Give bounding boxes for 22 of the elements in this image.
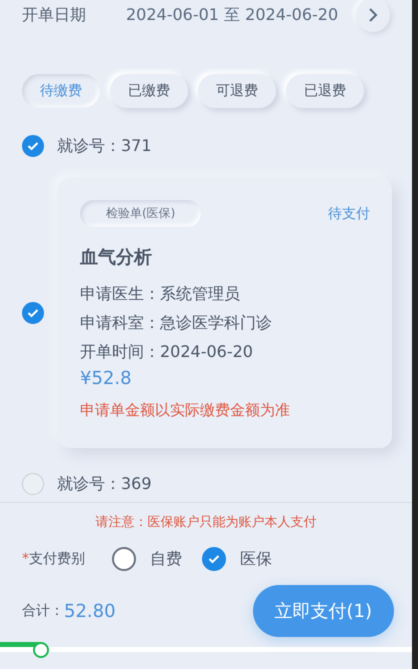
order-detail: 开单时间：2024-06-20 [80, 341, 254, 363]
filter-tab[interactable]: 已缴费 [110, 74, 188, 108]
order-type-tag: 检验单(医保) [80, 200, 202, 227]
date-range[interactable]: 2024-06-01 至 2024-06-20 [126, 4, 356, 26]
visit-number: 就诊号：369 [57, 474, 152, 494]
notice-text: 请注意：医保账户只能为账户本人支付 [94, 514, 318, 531]
order-amount: ¥52.8 [80, 368, 133, 389]
amount-warning: 申请单金额以实际缴费金额为准 [80, 401, 291, 420]
order-status: 待支付 [328, 204, 370, 222]
visit-number: 就诊号：371 [57, 136, 152, 156]
filter-tab[interactable]: 已退费 [286, 74, 364, 108]
payment-type-label: *支付费别 [22, 550, 86, 568]
payment-option-label: 医保 [240, 548, 272, 570]
filter-tab[interactable]: 可退费 [198, 74, 276, 108]
order-card[interactable]: 检验单(医保) 待支付 血气分析 申请医生：系统管理员 申请科室：急诊医学科门诊 开单时间：2024-06-20 ¥52.8 申请单金额以实际缴费金额为准 [58, 178, 392, 448]
order-detail: 申请医生：系统管理员 [80, 283, 241, 305]
total-amount: 52.80 [64, 600, 117, 622]
total-label: 合计： [22, 602, 64, 620]
order-title: 血气分析 [80, 246, 153, 269]
date-label: 开单日期 [22, 4, 87, 26]
order-detail: 申请科室：急诊医学科门诊 [80, 312, 273, 334]
payment-option-label: 自费 [150, 548, 182, 570]
